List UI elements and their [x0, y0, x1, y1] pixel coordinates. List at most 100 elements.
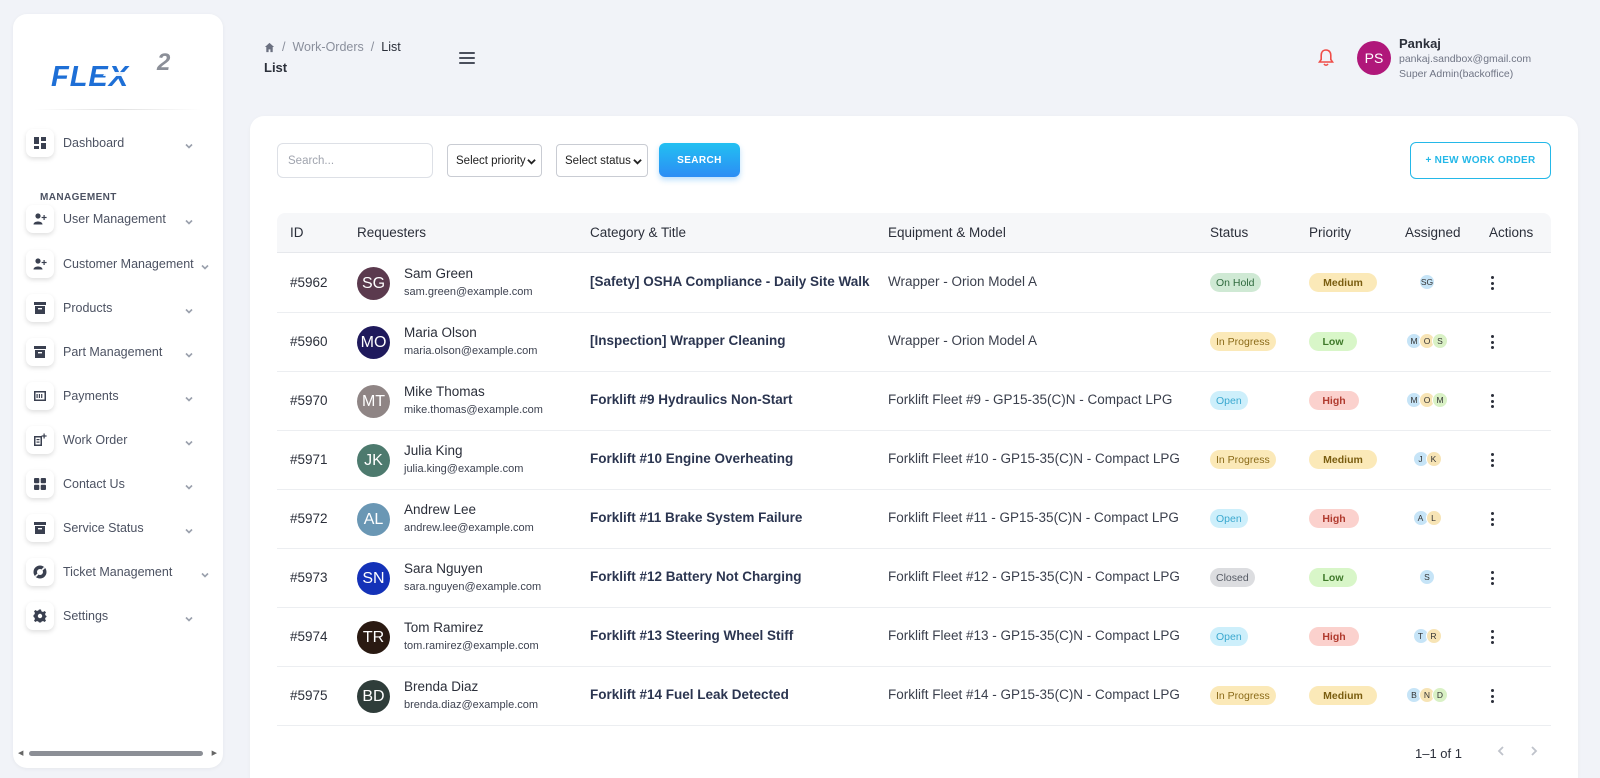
chevron-down-icon[interactable]	[184, 138, 194, 149]
more-actions-icon[interactable]	[1484, 569, 1500, 587]
work-order-id[interactable]: #5960	[290, 334, 328, 349]
scroll-thumb[interactable]	[29, 751, 203, 756]
chevron-down-icon	[633, 157, 642, 166]
user-avatar[interactable]: PS	[1357, 41, 1391, 75]
equipment-model: Forklift Fleet #14 - GP15-35(C)N - Compa…	[888, 687, 1180, 702]
assigned-avatars: JK	[1412, 451, 1442, 469]
chevron-down-icon[interactable]	[200, 567, 210, 578]
table-row[interactable]: #5971 JK Julia King julia.king@example.com F…	[277, 430, 1551, 490]
table-row[interactable]: #5974 TR Tom Ramirez tom.ramirez@example.co…	[277, 607, 1551, 667]
work-order-id[interactable]: #5970	[290, 393, 328, 408]
search-input[interactable]	[277, 143, 433, 178]
chevron-down-icon[interactable]	[184, 435, 194, 446]
scroll-left-icon[interactable]: ◀	[18, 749, 23, 757]
assignee-avatar[interactable]: S	[1432, 333, 1448, 349]
work-order-title[interactable]: Forklift #13 Steering Wheel Stiff	[590, 628, 793, 643]
assignee-avatar[interactable]: K	[1425, 451, 1442, 467]
assignee-avatar[interactable]: D	[1432, 687, 1448, 703]
sidebar-item-service-status[interactable]: Service Status	[26, 511, 216, 545]
work-order-id[interactable]: #5962	[290, 275, 328, 290]
table-row[interactable]: #5975 BD Brenda Diaz brenda.diaz@example.co…	[277, 666, 1551, 726]
prev-page-icon[interactable]	[1495, 744, 1509, 758]
sidebar-scrollbar[interactable]: ◀ ▶	[16, 748, 219, 758]
work-order-title[interactable]: Forklift #9 Hydraulics Non-Start	[590, 392, 793, 407]
next-page-icon[interactable]	[1528, 744, 1542, 758]
sidebar-item-customer-management[interactable]: Customer Management	[26, 247, 216, 281]
home-icon[interactable]	[264, 42, 275, 53]
menu-toggle-icon[interactable]	[459, 52, 475, 64]
more-actions-icon[interactable]	[1484, 274, 1500, 292]
equipment-model: Forklift Fleet #12 - GP15-35(C)N - Compa…	[888, 569, 1180, 584]
sidebar-item-payments[interactable]: Payments	[26, 379, 216, 413]
requester-avatar: SN	[357, 562, 390, 595]
breadcrumb-work-orders[interactable]: Work-Orders	[292, 40, 363, 54]
assignee-avatar[interactable]: R	[1425, 628, 1442, 644]
breadcrumb: / Work-Orders / List	[264, 40, 401, 54]
chevron-down-icon[interactable]	[184, 523, 194, 534]
status-badge: In Progress	[1210, 332, 1276, 351]
chevron-down-icon[interactable]	[184, 391, 194, 402]
assigned-avatars: SG	[1419, 274, 1435, 292]
chevron-down-icon[interactable]	[184, 479, 194, 490]
more-actions-icon[interactable]	[1484, 687, 1500, 705]
archive-icon	[26, 338, 54, 366]
table-row[interactable]: #5962 SG Sam Green sam.green@example.com [Sa…	[277, 253, 1551, 313]
work-order-id[interactable]: #5971	[290, 452, 328, 467]
chevron-down-icon[interactable]	[184, 611, 194, 622]
requester-avatar: BD	[357, 680, 390, 713]
new-work-order-button[interactable]: + NEW WORK ORDER	[1410, 142, 1551, 179]
work-order-title[interactable]: Forklift #12 Battery Not Charging	[590, 569, 802, 584]
requester-email: maria.olson@example.com	[404, 345, 538, 357]
work-order-title[interactable]: [Inspection] Wrapper Cleaning	[590, 333, 786, 348]
sidebar-item-settings[interactable]: Settings	[26, 599, 216, 633]
sidebar-item-products[interactable]: Products	[26, 291, 216, 325]
priority-select[interactable]: Select priority	[447, 144, 542, 177]
flex2-logo[interactable]: FLEX 2	[51, 40, 191, 93]
sidebar-item-part-management[interactable]: Part Management	[26, 335, 216, 369]
chevron-down-icon[interactable]	[184, 303, 194, 314]
more-actions-icon[interactable]	[1484, 333, 1500, 351]
sidebar-item-dashboard[interactable]: Dashboard	[26, 126, 216, 160]
more-actions-icon[interactable]	[1484, 451, 1500, 469]
work-order-title[interactable]: Forklift #14 Fuel Leak Detected	[590, 687, 789, 702]
sidebar-item-user-management[interactable]: User Management	[26, 202, 216, 236]
table-row[interactable]: #5973 SN Sara Nguyen sara.nguyen@example.co…	[277, 548, 1551, 608]
chevron-down-icon[interactable]	[184, 214, 194, 225]
assignee-avatar[interactable]: S	[1419, 569, 1435, 585]
sidebar-item-contact-us[interactable]: Contact Us	[26, 467, 216, 501]
requester-email: brenda.diaz@example.com	[404, 699, 539, 711]
requester-email: mike.thomas@example.com	[404, 404, 543, 416]
assignee-avatar[interactable]: SG	[1419, 274, 1435, 290]
assignee-avatar[interactable]: L	[1425, 510, 1442, 526]
column-header-requesters: Requesters	[357, 225, 427, 240]
more-actions-icon[interactable]	[1484, 628, 1500, 646]
notification-bell-icon[interactable]	[1317, 48, 1335, 68]
status-select[interactable]: Select status	[556, 144, 648, 177]
work-order-id[interactable]: #5972	[290, 511, 328, 526]
status-select-value: Select status	[565, 154, 631, 167]
work-order-title[interactable]: Forklift #10 Engine Overheating	[590, 451, 793, 466]
work-order-id[interactable]: #5973	[290, 570, 328, 585]
table-row[interactable]: #5960 MO Maria Olson maria.olson@example.co…	[277, 312, 1551, 372]
sidebar-item-ticket-management[interactable]: Ticket Management	[26, 555, 216, 589]
work-order-title[interactable]: [Safety] OSHA Compliance - Daily Site Wa…	[590, 274, 870, 289]
more-actions-icon[interactable]	[1484, 392, 1500, 410]
assignee-avatar[interactable]: M	[1432, 392, 1448, 408]
chevron-down-icon[interactable]	[200, 259, 210, 270]
sidebar-item-work-order[interactable]: Work Order	[26, 423, 216, 457]
sidebar-item-label: Customer Management	[63, 257, 194, 271]
table-row[interactable]: #5972 AL Andrew Lee andrew.lee@example.com F…	[277, 489, 1551, 549]
search-button[interactable]: SEARCH	[659, 143, 740, 177]
sidebar-item-label: Products	[63, 301, 113, 315]
requester-name: Andrew Lee	[404, 502, 477, 517]
breadcrumb-separator: /	[370, 40, 375, 54]
table-row[interactable]: #5970 MT Mike Thomas mike.thomas@example.co…	[277, 371, 1551, 431]
chevron-down-icon[interactable]	[184, 347, 194, 358]
work-order-id[interactable]: #5975	[290, 688, 328, 703]
scroll-right-icon[interactable]: ▶	[212, 749, 217, 757]
page-title: List	[264, 60, 288, 75]
work-order-title[interactable]: Forklift #11 Brake System Failure	[590, 510, 802, 525]
user-role: Super Admin(backoffice)	[1399, 68, 1514, 80]
work-order-id[interactable]: #5974	[290, 629, 328, 644]
more-actions-icon[interactable]	[1484, 510, 1500, 528]
